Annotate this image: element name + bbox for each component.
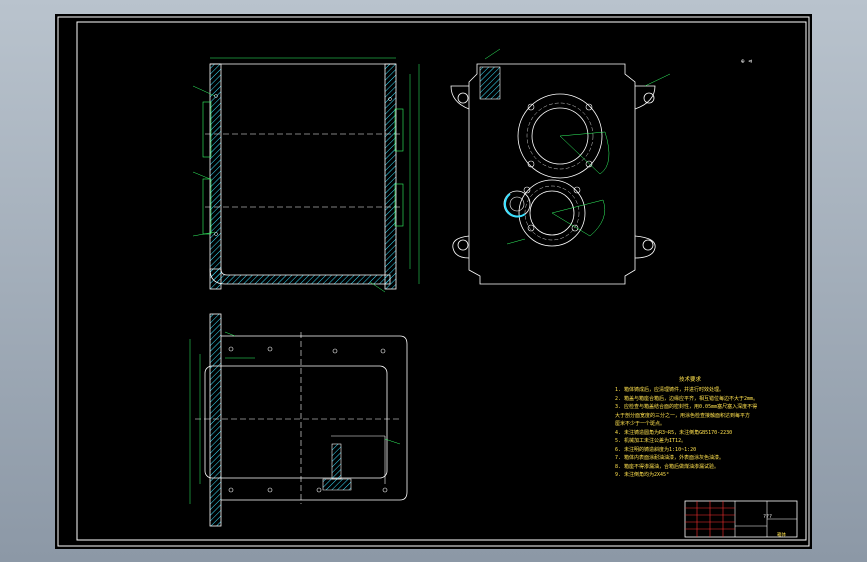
requirement-line: 4. 未注铸造圆角为R3~R5，未注倒角GB5170-2230 [615, 429, 733, 436]
requirement-line: 8. 箱座不得渗漏油，合箱后做煤油渗漏试验。 [615, 463, 720, 470]
technical-requirements: 技术要求 1. 箱体铸成后，应清理铸件，并进行时效处理。 2. 箱盖与箱座合箱后… [615, 375, 765, 480]
drawing-viewport[interactable]: ⊕ ⊲ 技术要求 1. 箱体铸成后，应清理铸件，并进行时效处理。 2. 箱盖与箱… [55, 14, 812, 549]
requirement-line: 3. 应检查与箱盖结合面的密封性，用0.05mm塞尺塞入深度不得 [615, 404, 758, 410]
requirements-title: 技术要求 [678, 377, 701, 383]
requirement-line: 厘米不少于一个斑点。 [615, 421, 666, 427]
requirement-line: 1. 箱体铸成后，应清理铸件，并进行时效处理。 [615, 387, 725, 393]
requirement-line: 2. 箱盖与箱座合箱后，边缘应平齐，相互错位每边不大于2mm。 [615, 395, 759, 402]
side-view [450, 48, 671, 285]
part-name: 箱体 [777, 533, 786, 538]
top-view [189, 313, 408, 527]
requirement-line: 9. 未注倒角均为2X45° [615, 472, 670, 478]
requirement-line: 6. 未注明的铸造斜度为1:10~1:20 [615, 446, 697, 453]
requirement-line: 5. 机械加工未注公差为IT12。 [615, 438, 687, 444]
requirement-line: 7. 箱体内表面涂耐油油漆，外表面涂灰色油漆。 [615, 455, 725, 461]
front-section-view [192, 57, 420, 293]
drawing-code: ??? [763, 514, 773, 520]
requirement-line: 大于剖分面宽度的三分之一，用涂色检查接触面积达到每平方 [615, 412, 751, 419]
scale-mark: ⊕ ⊲ [741, 58, 752, 65]
